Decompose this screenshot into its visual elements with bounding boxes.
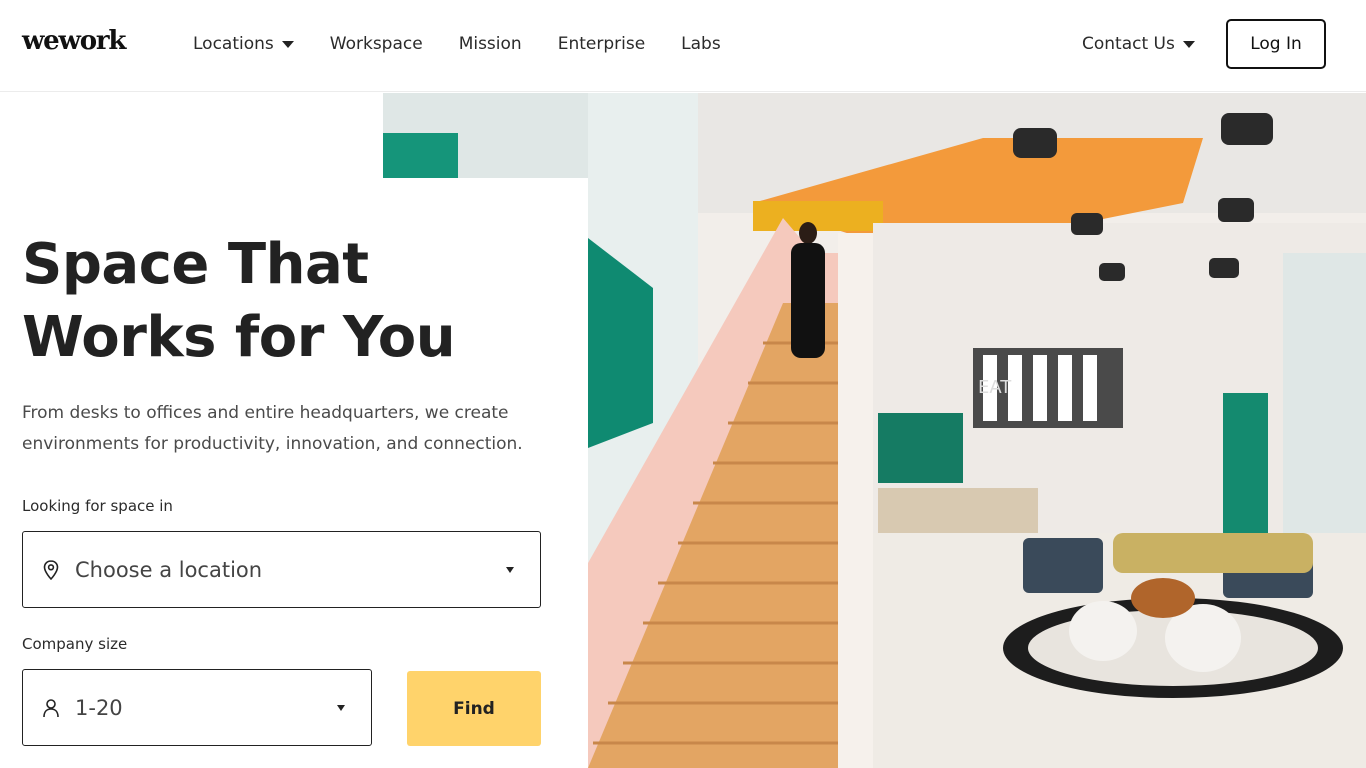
company-size-select[interactable]: 1-20 (22, 669, 372, 746)
nav-item-workspace[interactable]: Workspace (330, 34, 423, 54)
subtext-line-1: From desks to offices and entire headqua… (22, 403, 509, 423)
nav-label-mission: Mission (458, 34, 522, 54)
user-icon (39, 698, 63, 718)
top-nav: wework Locations Workspace Mission Enter… (0, 0, 1366, 92)
caret-down-icon (281, 40, 294, 48)
wework-logo[interactable]: wework (22, 26, 126, 56)
map-pin-icon (39, 559, 63, 580)
nav-item-contact-us[interactable]: Contact Us (1082, 34, 1195, 54)
subtext-line-2: environments for productivity, innovatio… (22, 434, 523, 454)
caret-down-icon (1182, 40, 1195, 48)
location-label: Looking for space in (22, 497, 173, 515)
caret-down-icon (506, 566, 514, 573)
location-placeholder: Choose a location (75, 557, 263, 582)
page-title: Space That Works for You (22, 228, 456, 374)
hero-subtext: From desks to offices and entire headqua… (22, 398, 542, 460)
eat-sign: EAT (978, 377, 1012, 398)
headline-line-2: Works for You (22, 305, 456, 370)
nav-item-locations[interactable]: Locations (193, 34, 294, 54)
headline-line-1: Space That (22, 232, 369, 297)
nav-label-locations: Locations (193, 34, 274, 54)
caret-down-icon (337, 704, 345, 711)
company-size-label: Company size (22, 635, 128, 653)
contact-label: Contact Us (1082, 34, 1175, 54)
nav-label-labs: Labs (681, 34, 721, 54)
company-size-value: 1-20 (75, 695, 123, 720)
login-button[interactable]: Log In (1226, 19, 1326, 69)
nav-item-enterprise[interactable]: Enterprise (558, 34, 645, 54)
find-button[interactable]: Find (407, 671, 541, 746)
primary-nav: Locations Workspace Mission Enterprise L… (193, 34, 721, 54)
nav-label-workspace: Workspace (329, 34, 423, 54)
nav-item-mission[interactable]: Mission (459, 34, 522, 54)
nav-label-enterprise: Enterprise (557, 34, 646, 54)
nav-item-labs[interactable]: Labs (681, 34, 721, 54)
location-select[interactable]: Choose a location (22, 531, 541, 608)
